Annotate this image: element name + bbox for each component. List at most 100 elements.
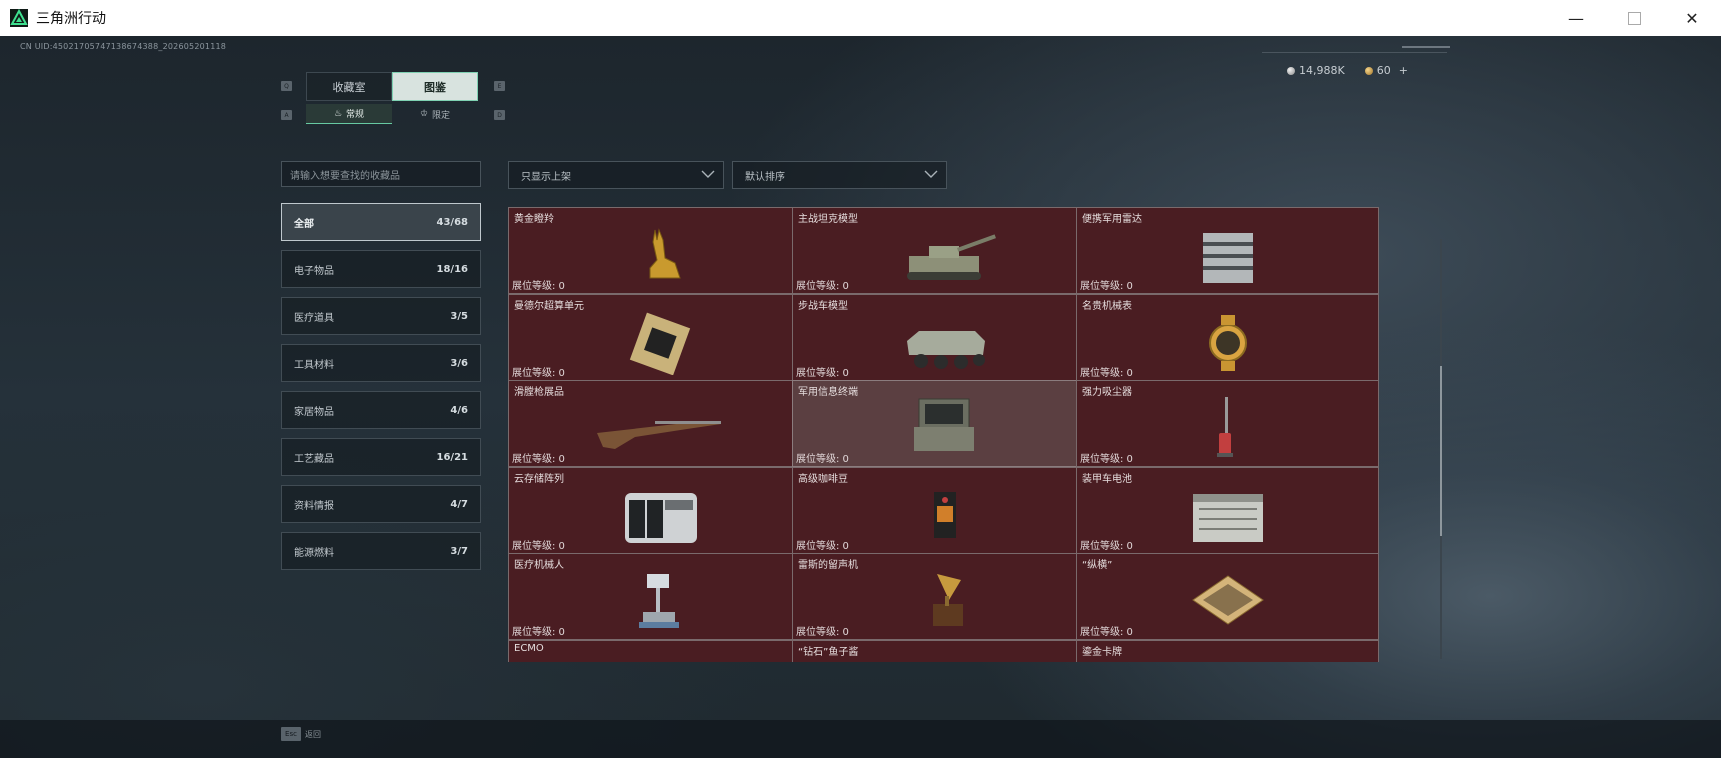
grid-scroll-thumb[interactable] <box>1440 366 1442 536</box>
booth-level: 展位等级: 0 <box>512 281 565 292</box>
category-label: 资料情报 <box>294 500 334 512</box>
category-list: 全部 43/68 电子物品 18/16 医疗道具 3/5 工具材料 3/6 家居物品 4/6 工艺藏… <box>281 203 481 579</box>
storage-array-icon <box>595 478 725 548</box>
category-label: 医疗道具 <box>294 312 334 324</box>
collection-item-card[interactable]: 装甲车电池 展位等级: 0 <box>1076 466 1379 554</box>
category-item[interactable]: 资料情报 4/7 <box>281 485 481 523</box>
category-count: 18/16 <box>436 263 468 275</box>
divider <box>1402 46 1450 48</box>
close-button[interactable]: ✕ <box>1663 0 1721 36</box>
booth-level: 展位等级: 0 <box>796 627 849 638</box>
item-name: “纵横” <box>1082 560 1113 571</box>
item-name: 便携军用雷达 <box>1082 214 1142 225</box>
sort-value: 默认排序 <box>745 171 785 183</box>
subtab-limited-label: 限定 <box>432 110 451 121</box>
category-count: 3/6 <box>450 357 468 369</box>
musket-icon <box>595 391 725 461</box>
add-currency-button[interactable]: + <box>1399 64 1408 77</box>
category-item[interactable]: 工具材料 3/6 <box>281 344 481 382</box>
category-item[interactable]: 医疗道具 3/5 <box>281 297 481 335</box>
vacuum-icon <box>1163 391 1293 461</box>
booth-level: 展位等级: 0 <box>1080 281 1133 292</box>
collection-item-card[interactable]: 滑膛枪展品 展位等级: 0 <box>508 380 811 467</box>
subtab-limited[interactable]: ♔ 限定 <box>392 104 478 124</box>
tank-icon <box>879 218 1009 288</box>
tab-collection-room[interactable]: 收藏室 <box>306 72 392 101</box>
gazelle-icon <box>595 218 725 288</box>
key-hint-q: Q <box>281 81 292 91</box>
back-button[interactable]: Esc 返回 <box>281 727 321 741</box>
collection-item-card[interactable]: 曼德尔超算单元 展位等级: 0 <box>508 293 811 381</box>
collection-item-card[interactable]: “纵横” 展位等级: 0 <box>1076 553 1379 640</box>
category-label: 工艺藏品 <box>294 453 334 465</box>
terminal-icon <box>879 391 1009 461</box>
collection-item-card[interactable]: ECMO展位等级: 0 <box>508 639 811 663</box>
coffee-bag-icon <box>879 478 1009 548</box>
flame-icon: ♨ <box>333 108 343 119</box>
tab-catalog[interactable]: 图鉴 <box>392 72 478 101</box>
item-name: 雷斯的留声机 <box>798 560 858 571</box>
user-uid: CN UID:450217057471386743​88_2026052011​… <box>20 42 227 51</box>
collection-item-card[interactable]: 主战坦克模型 展位等级: 0 <box>792 207 1095 294</box>
gold-balance: 60 <box>1376 64 1391 77</box>
sort-dropdown[interactable]: 默认排序 <box>732 161 947 189</box>
collection-item-card[interactable]: 医疗机械人 展位等级: 0 <box>508 553 811 640</box>
medical-robot-icon <box>595 564 725 634</box>
booth-level: 展位等级: 0 <box>796 540 849 552</box>
collection-item-card[interactable]: 雷斯的留声机 展位等级: 0 <box>792 553 1095 640</box>
collection-item-card[interactable]: 云存储阵列 展位等级: 0 <box>508 466 811 554</box>
collection-item-card[interactable]: 名贵机械表展位等级: 0 <box>1076 293 1379 381</box>
booth-level: 展位等级: 0 <box>1080 454 1133 465</box>
category-label: 能源燃料 <box>294 547 334 559</box>
booth-level: 展位等级: 0 <box>796 367 849 379</box>
category-count: 3/5 <box>450 310 468 322</box>
category-count: 4/7 <box>450 498 468 510</box>
category-item[interactable]: 电子物品 18/16 <box>281 250 481 288</box>
item-name: 黄金瞪羚 <box>514 214 554 225</box>
category-item[interactable]: 家居物品 4/6 <box>281 391 481 429</box>
silver-balance: 14,988K <box>1299 64 1345 77</box>
item-name: “钻石”鱼子酱 <box>798 646 859 658</box>
collection-item-card[interactable]: 便携军用雷达 展位等级: 0 <box>1076 207 1379 294</box>
collection-item-card[interactable]: 军用信息终端 展位等级: 0 <box>792 380 1095 467</box>
collection-item-card[interactable]: 高级咖啡豆 展位等级: 0 <box>792 466 1095 554</box>
divider <box>1262 52 1447 53</box>
minimize-button[interactable]: — <box>1547 0 1605 36</box>
collection-item-card[interactable]: 步战车模型 展位等级: 0 <box>792 293 1095 381</box>
search-input[interactable]: 请输入想要查找的收藏品 <box>281 161 481 187</box>
shelf-filter-dropdown[interactable]: 只显示上架 <box>508 161 724 189</box>
collection-grid: 黄金瞪羚 展位等级: 0 主战坦克模型 展位等级: 0 便携军用雷达 展位等级: 0 曼德尔… <box>508 207 1433 662</box>
item-name: 名贵机械表 <box>1082 300 1132 312</box>
booth-level: 展位等级: 0 <box>796 454 849 465</box>
item-name: 军用信息终端 <box>798 387 858 398</box>
maximize-button[interactable] <box>1605 0 1663 36</box>
category-item[interactable]: 全部 43/68 <box>281 203 481 241</box>
collection-item-card[interactable]: 黄金瞪羚展位等级: 0 <box>508 207 811 294</box>
back-label: 返回 <box>305 729 321 739</box>
item-name: 滑膛枪展品 <box>514 387 564 398</box>
window-title: 三角洲行动 <box>36 11 106 27</box>
collection-item-card[interactable]: 强力吸尘器 展位等级: 0 <box>1076 380 1379 467</box>
item-name: ECMO <box>514 642 544 654</box>
caviar-icon <box>879 651 1009 663</box>
ecmo-icon <box>595 651 725 663</box>
shelf-filter-value: 只显示上架 <box>521 171 571 183</box>
booth-level: 展位等级: 0 <box>796 281 849 292</box>
item-name: 主战坦克模型 <box>798 214 858 225</box>
silver-coin-icon <box>1287 66 1295 75</box>
booth-level: 展位等级: 0 <box>1080 367 1133 379</box>
item-name: 鎏金卡牌 <box>1082 646 1122 658</box>
gramophone-icon <box>879 564 1009 634</box>
booth-level: 展位等级: 0 <box>512 540 565 552</box>
category-item[interactable]: 能源燃料 3/7 <box>281 532 481 570</box>
collection-item-card[interactable]: 鎏金卡牌展位等级: 0 <box>1076 639 1379 662</box>
category-count: 4/6 <box>450 404 468 416</box>
item-name: 装甲车电池 <box>1082 473 1132 485</box>
category-label: 家居物品 <box>294 406 334 418</box>
category-item[interactable]: 工艺藏品 16/21 <box>281 438 481 476</box>
crown-icon: ♔ <box>419 109 429 119</box>
subtab-regular-label: 常规 <box>346 110 365 120</box>
key-hint-e: E <box>494 81 505 91</box>
collection-item-card[interactable]: “钻石”鱼子酱展位等级: 0 <box>792 639 1095 663</box>
subtab-regular[interactable]: ♨ 常规 <box>306 104 392 124</box>
